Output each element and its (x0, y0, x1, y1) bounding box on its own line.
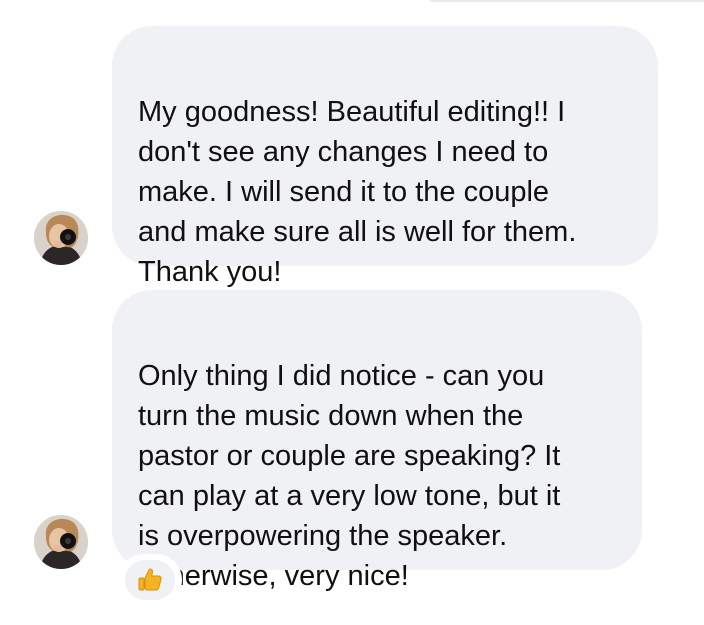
avatar-photo-icon (34, 211, 88, 265)
sender-avatar[interactable] (34, 211, 88, 265)
thumbs-up-icon (138, 568, 162, 591)
message-bubble[interactable]: Only thing I did notice - can you turn t… (112, 290, 642, 592)
sender-avatar[interactable] (34, 515, 88, 569)
message-text: My goodness! Beautiful editing!! I don't… (138, 96, 577, 288)
avatar-photo-icon (34, 515, 88, 569)
reaction-badge-inner (125, 560, 175, 600)
previous-message-edge (430, 0, 704, 2)
message-bubble[interactable]: My goodness! Beautiful editing!! I don't… (112, 26, 658, 288)
reaction-badge[interactable] (121, 557, 179, 603)
message-text: Only thing I did notice - can you turn t… (138, 360, 561, 592)
